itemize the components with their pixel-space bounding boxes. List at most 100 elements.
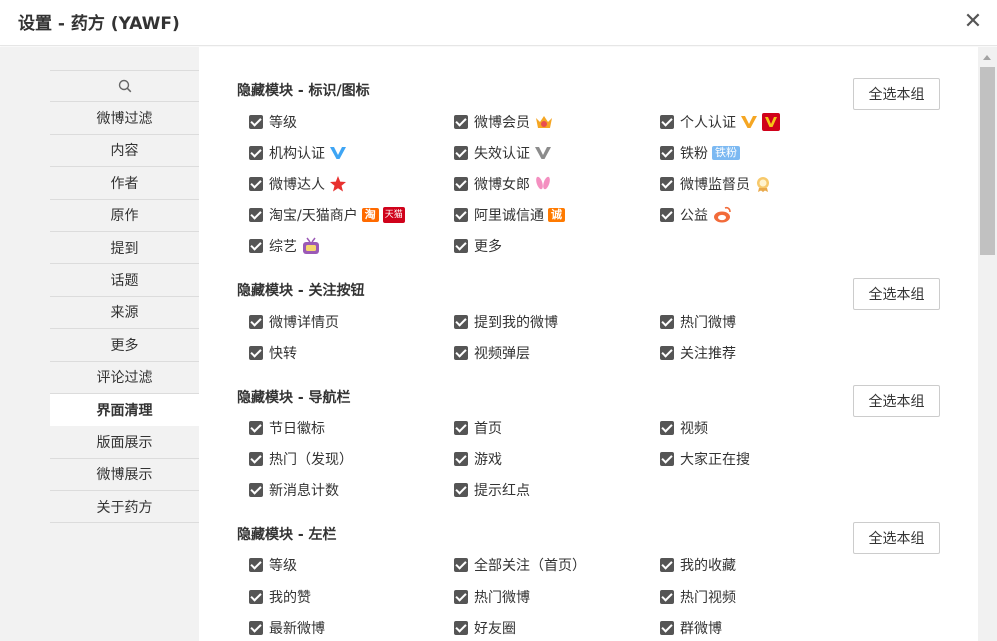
option-new-message-count[interactable]: 新消息计数 — [249, 480, 339, 500]
checkbox[interactable] — [660, 346, 674, 360]
option-video[interactable]: 视频 — [660, 418, 708, 438]
checkbox[interactable] — [249, 621, 263, 635]
checkbox[interactable] — [249, 346, 263, 360]
checkbox[interactable] — [454, 346, 468, 360]
option-hot-weibo[interactable]: 热门微博 — [660, 312, 736, 332]
checkbox[interactable] — [660, 452, 674, 466]
sidebar-item-weibo-filter[interactable]: 微博过滤 — [50, 102, 199, 135]
option-red-dot[interactable]: 提示红点 — [454, 480, 530, 500]
checkbox[interactable] — [454, 558, 468, 572]
option-charity[interactable]: 公益 — [660, 205, 732, 225]
vip-crown-icon — [534, 113, 554, 131]
sidebar-item-content[interactable]: 内容 — [50, 135, 199, 168]
checkbox[interactable] — [660, 146, 674, 160]
option-quick-repost[interactable]: 快转 — [249, 343, 297, 363]
checkbox[interactable] — [249, 558, 263, 572]
sidebar-item-about[interactable]: 关于药方 — [50, 491, 199, 524]
option-more-badges[interactable]: 更多 — [454, 236, 502, 256]
option-label: 铁粉 — [680, 146, 708, 162]
checkbox[interactable] — [660, 177, 674, 191]
checkbox[interactable] — [660, 208, 674, 222]
option-mentioned-me[interactable]: 提到我的微博 — [454, 312, 558, 332]
option-home[interactable]: 首页 — [454, 418, 502, 438]
checkbox[interactable] — [660, 421, 674, 435]
option-weibo-supervisor[interactable]: 微博监督员 — [660, 174, 772, 194]
option-weibo-vip[interactable]: 微博会员 — [454, 112, 554, 132]
checkbox[interactable] — [454, 621, 468, 635]
select-all-button-badges[interactable]: 全选本组 — [853, 78, 940, 110]
option-personal-verify[interactable]: 个人认证 — [660, 112, 780, 132]
option-left-hot-weibo[interactable]: 热门微博 — [454, 587, 530, 607]
option-group-weibo[interactable]: 群微博 — [660, 618, 722, 638]
checkbox[interactable] — [249, 421, 263, 435]
sidebar-item-author[interactable]: 作者 — [50, 167, 199, 200]
sidebar-item-topic[interactable]: 话题 — [50, 264, 199, 297]
sidebar-item-ui-cleanup[interactable]: 界面清理 — [50, 393, 199, 427]
option-holiday-logo[interactable]: 节日徽标 — [249, 418, 325, 438]
option-alibaba-trust[interactable]: 阿里诚信通 诚 — [454, 205, 565, 225]
option-variety[interactable]: 综艺 — [249, 236, 321, 256]
checkbox[interactable] — [249, 146, 263, 160]
checkbox[interactable] — [249, 239, 263, 253]
option-taobao-tmall[interactable]: 淘宝/天猫商户 淘 天猫 — [249, 205, 405, 225]
option-hot-discover[interactable]: 热门（发现） — [249, 449, 353, 469]
option-my-favorites[interactable]: 我的收藏 — [660, 555, 736, 575]
checkbox[interactable] — [660, 115, 674, 129]
checkbox[interactable] — [454, 208, 468, 222]
option-hot-video[interactable]: 热门视频 — [660, 587, 736, 607]
sidebar-item-source[interactable]: 来源 — [50, 297, 199, 330]
option-latest-weibo[interactable]: 最新微博 — [249, 618, 325, 638]
checkbox[interactable] — [249, 208, 263, 222]
checkbox[interactable] — [454, 177, 468, 191]
checkbox[interactable] — [454, 483, 468, 497]
option-weibo-detail[interactable]: 微博详情页 — [249, 312, 339, 332]
search-icon — [118, 79, 131, 93]
checkbox[interactable] — [660, 621, 674, 635]
option-expired-verify[interactable]: 失效认证 — [454, 143, 552, 163]
option-follow-recommend[interactable]: 关注推荐 — [660, 343, 736, 363]
checkbox[interactable] — [249, 315, 263, 329]
vertical-scrollbar[interactable] — [978, 47, 997, 641]
checkbox[interactable] — [454, 115, 468, 129]
sidebar-item-weibo-display[interactable]: 微博展示 — [50, 459, 199, 492]
close-icon[interactable]: ✕ — [962, 10, 984, 34]
checkbox[interactable] — [249, 452, 263, 466]
checkbox[interactable] — [454, 239, 468, 253]
scroll-up-arrow-icon[interactable] — [983, 55, 991, 60]
checkbox[interactable] — [660, 315, 674, 329]
blue-v-icon — [329, 145, 347, 161]
option-left-level[interactable]: 等级 — [249, 555, 297, 575]
option-trending-search[interactable]: 大家正在搜 — [660, 449, 750, 469]
checkbox[interactable] — [454, 146, 468, 160]
checkbox[interactable] — [249, 115, 263, 129]
sidebar-item-more[interactable]: 更多 — [50, 329, 199, 362]
sidebar-item-mention[interactable]: 提到 — [50, 232, 199, 265]
scroll-thumb[interactable] — [980, 67, 995, 255]
select-all-button-left-column[interactable]: 全选本组 — [853, 522, 940, 554]
checkbox[interactable] — [454, 421, 468, 435]
checkbox[interactable] — [249, 483, 263, 497]
option-weibo-girl[interactable]: 微博女郎 — [454, 174, 552, 194]
option-video-layer[interactable]: 视频弹层 — [454, 343, 530, 363]
option-games[interactable]: 游戏 — [454, 449, 502, 469]
option-my-likes[interactable]: 我的赞 — [249, 587, 311, 607]
option-level[interactable]: 等级 — [249, 112, 297, 132]
option-weibo-expert[interactable]: 微博达人 — [249, 174, 347, 194]
checkbox[interactable] — [454, 315, 468, 329]
option-friend-circle[interactable]: 好友圈 — [454, 618, 516, 638]
checkbox[interactable] — [660, 558, 674, 572]
checkbox[interactable] — [249, 177, 263, 191]
checkbox[interactable] — [249, 590, 263, 604]
sidebar-item-layout[interactable]: 版面展示 — [50, 426, 199, 459]
option-org-verify[interactable]: 机构认证 — [249, 143, 347, 163]
sidebar-item-comment-filter[interactable]: 评论过滤 — [50, 362, 199, 394]
option-iron-fan[interactable]: 铁粉 铁粉 — [660, 143, 740, 163]
sidebar-search[interactable] — [50, 70, 199, 103]
select-all-button-navbar[interactable]: 全选本组 — [853, 385, 940, 417]
sidebar-item-original[interactable]: 原作 — [50, 200, 199, 232]
checkbox[interactable] — [660, 590, 674, 604]
select-all-button-follow[interactable]: 全选本组 — [853, 278, 940, 310]
checkbox[interactable] — [454, 452, 468, 466]
checkbox[interactable] — [454, 590, 468, 604]
option-all-follows[interactable]: 全部关注（首页） — [454, 555, 586, 575]
